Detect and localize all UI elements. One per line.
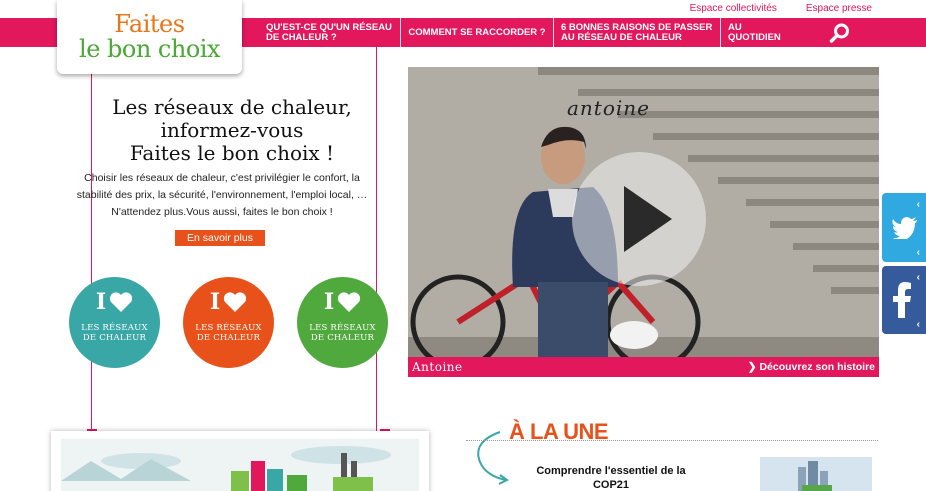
search-icon[interactable] [829,22,851,44]
discover-story-link[interactable]: ❯ Découvrez son histoire [748,361,875,373]
logo-line-1: Faites [114,10,185,38]
twitter-icon [892,217,917,239]
a-la-une-title: À LA UNE [509,419,609,444]
news-article-thumbnail[interactable] [760,457,872,491]
twitter-share-button[interactable]: ‹ ‹ [882,193,926,262]
i-love-badge-green[interactable]: I LES RÉSEAUX DE CHALEUR [297,277,388,368]
i-love-badge-teal[interactable]: I LES RÉSEAUX DE CHALEUR [69,277,160,368]
badge-line-2: DE CHALEUR [82,333,147,343]
chevron-left-icon: ‹ [916,247,920,258]
facebook-share-button[interactable]: ‹ ‹ [882,266,926,334]
intro-title-line-3: Faites le bon choix ! [129,141,335,165]
news-thumbnail-image [760,457,872,491]
top-links: Espace collectivités Espace presse [690,3,872,14]
badge-line-1: LES RÉSEAUX [81,323,148,333]
news-decorative-arrow-icon [477,431,509,485]
intro-title: Les réseaux de chaleur, informez-vous Fa… [72,96,392,165]
badge-letter: I [323,289,335,315]
intro-title-line-2: informez-vous [160,118,304,142]
page: Espace collectivités Espace presse QU'ES… [0,0,926,491]
nav-item-quotidien[interactable]: AU QUOTIDIEN [721,18,801,47]
badge-line-2: DE CHALEUR [310,333,375,343]
news-divider [466,440,878,441]
heart-icon [224,292,247,312]
illustration-card [51,431,429,491]
intro-text: Choisir les réseaux de chaleur, c'est pr… [76,172,368,218]
play-icon[interactable] [572,152,706,286]
chevron-right-icon: ❯ [747,361,760,373]
badge-line-2: DE CHALEUR [196,333,261,343]
heart-icon [110,292,133,312]
discover-story-label: Découvrez son histoire [759,361,875,373]
logo-line-2: le bon choix [79,35,220,63]
badge-line-1: LES RÉSEAUX [195,323,262,333]
badge-line-1: LES RÉSEAUX [309,323,376,333]
city-illustration [61,439,419,491]
news-article-link[interactable]: Comprendre l'essentiel de la COP21 [528,464,694,491]
site-logo[interactable]: Faites le bon choix [57,0,242,74]
intro-title-line-1: Les réseaux de chaleur, [112,95,352,119]
chevron-left-icon: ‹ [916,272,920,283]
badge-letter: I [209,289,221,315]
badge-letter: I [95,289,107,315]
espace-collectivites-link[interactable]: Espace collectivités [690,3,777,14]
video-person-name: Antoine [412,360,463,374]
i-love-badge-orange[interactable]: I LES RÉSEAUX DE CHALEUR [183,277,274,368]
en-savoir-plus-button[interactable]: En savoir plus [175,230,265,246]
nav-item-raisons[interactable]: 6 BONNES RAISONS DE PASSER AU RÉSEAU DE … [554,18,721,47]
chevron-left-icon: ‹ [916,319,920,330]
nav-items: QU'EST-CE QU'UN RÉSEAU DE CHALEUR ? COMM… [259,18,801,47]
video-caption-bar: Antoine ❯ Découvrez son histoire [408,357,879,377]
nav-item-reseau[interactable]: QU'EST-CE QU'UN RÉSEAU DE CHALEUR ? [259,18,401,47]
facebook-icon [893,282,911,318]
chevron-left-icon: ‹ [916,199,920,210]
espace-presse-link[interactable]: Espace presse [806,3,872,14]
nav-item-raccorder[interactable]: COMMENT SE RACCORDER ? [401,18,554,47]
video-person-name-overlay: antoine [567,96,650,120]
heart-icon [338,292,361,312]
